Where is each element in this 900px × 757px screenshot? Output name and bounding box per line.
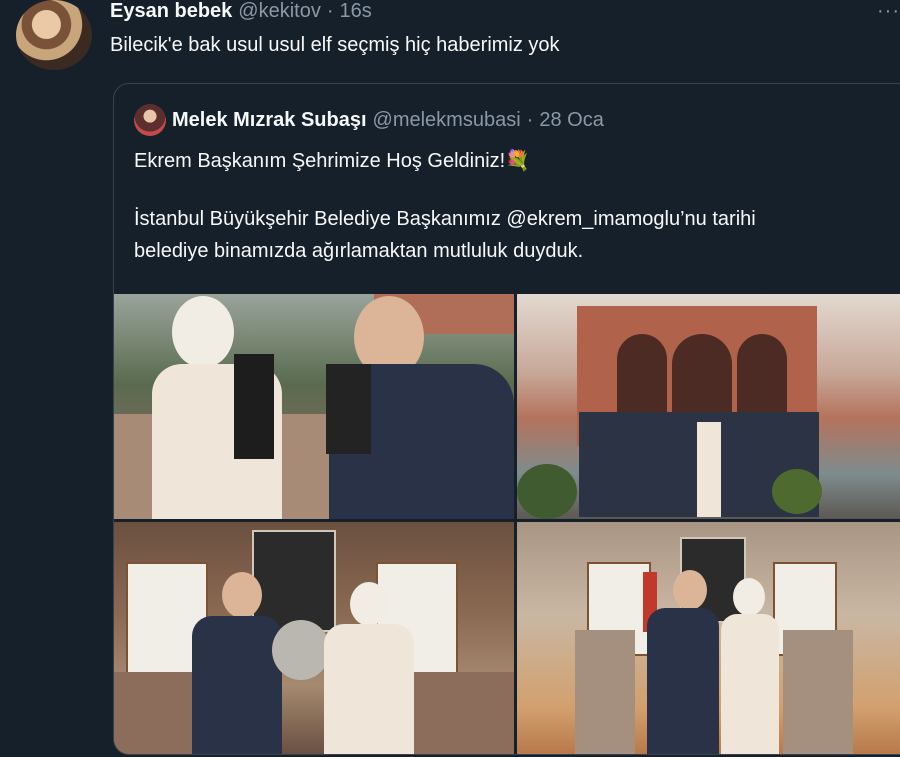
timestamp[interactable]: 16s (340, 0, 372, 23)
quoted-text-line: belediye binamızda ağırlamaktan mutluluk… (134, 240, 584, 262)
woman-head (172, 296, 234, 368)
arch-door (737, 334, 787, 424)
photo-group-building[interactable] (517, 294, 900, 519)
bystander (326, 364, 371, 454)
woman-head (350, 582, 388, 626)
shrub (517, 464, 577, 519)
user-handle[interactable]: @kekitov (238, 0, 321, 23)
woman-head (733, 578, 765, 616)
woman-white-suit (697, 422, 721, 517)
quoted-avatar[interactable] (134, 104, 166, 136)
armchair (783, 630, 853, 754)
separator-dot: · (326, 0, 334, 22)
woman-white-suit (721, 614, 779, 754)
separator-dot: · (526, 108, 534, 131)
quoted-header: Melek Mızrak Subaşı @melekmsubasi · 28 O… (134, 104, 604, 136)
woman-white-suit (324, 624, 414, 754)
photo-gift-portrait[interactable] (114, 522, 514, 754)
quoted-timestamp[interactable]: 28 Oca (539, 109, 603, 132)
man-head (673, 570, 707, 610)
avatar[interactable] (16, 0, 92, 70)
bystander (234, 354, 274, 459)
arch-door (617, 334, 667, 424)
shrub (772, 469, 822, 514)
more-icon[interactable]: ··· (877, 0, 900, 23)
quoted-user-handle[interactable]: @melekmsubasi (373, 109, 521, 132)
man-head (222, 572, 262, 618)
quoted-display-name[interactable]: Melek Mızrak Subaşı (172, 109, 367, 132)
man-suit (192, 616, 282, 754)
tweet-text: Bilecik'e bak usul usul elf seçmiş hiç h… (110, 34, 560, 56)
armchair (575, 630, 635, 754)
arch-door (672, 334, 732, 424)
quoted-text-line: Ekrem Başkanım Şehrimize Hoş Geldiniz!💐 (134, 150, 531, 172)
tweet-header: Eysan bebek @kekitov · 16s (110, 0, 372, 22)
photo-office-portrait[interactable] (517, 522, 900, 754)
display-name[interactable]: Eysan bebek (110, 0, 232, 23)
photo-grid (114, 294, 900, 754)
armchair (404, 672, 514, 754)
man-suit (647, 608, 719, 754)
quoted-tweet[interactable]: Melek Mızrak Subaşı @melekmsubasi · 28 O… (113, 83, 900, 755)
gift-ornament (272, 620, 330, 680)
photo-handshake[interactable] (114, 294, 514, 519)
armchair (114, 672, 194, 754)
quoted-text-line: İstanbul Büyükşehir Belediye Başkanımız … (134, 208, 756, 230)
tweet: Eysan bebek @kekitov · 16s ··· Bilecik'e… (0, 0, 900, 757)
